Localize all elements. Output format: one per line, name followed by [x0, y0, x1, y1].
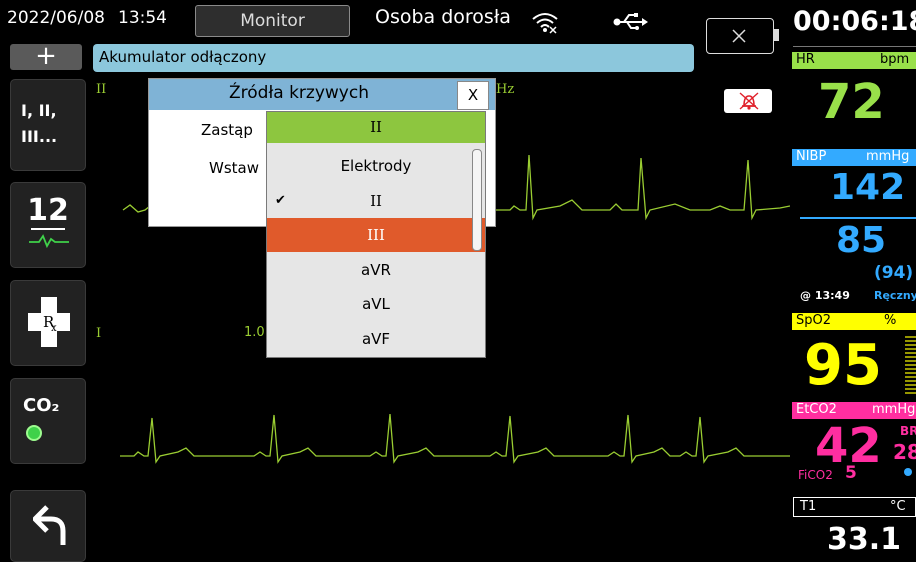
hr-value: 72 [818, 74, 885, 130]
dropdown-option[interactable]: aVL [267, 287, 485, 321]
hr-header[interactable]: HR bpm [792, 52, 916, 69]
back-button[interactable] [10, 490, 86, 562]
dropdown-option-checked[interactable]: ✔ II [267, 184, 485, 218]
hr-label: HR [796, 52, 815, 67]
fico2-label: FiCO2 [798, 468, 833, 482]
alert-message: Akumulator odłączony [99, 48, 267, 66]
wave-freq-label: Hz [496, 82, 515, 97]
nibp-diastolic: 85 [836, 220, 887, 261]
ecg-icon [29, 234, 69, 249]
wifi-disconnected-icon [532, 13, 558, 34]
underline [31, 228, 65, 230]
spo2-unit: % [884, 313, 897, 328]
clock-display: 13:54 [118, 8, 167, 28]
nibp-unit: mmHg [866, 149, 910, 164]
dropdown-option[interactable]: aVF [267, 322, 485, 356]
spo2-signal-bar [905, 336, 916, 394]
fico2-value: 5 [845, 463, 857, 483]
dialog-title: Źródła krzywych [228, 83, 369, 103]
medication-cross-icon: R x [28, 297, 70, 347]
nibp-label: NIBP [796, 149, 827, 164]
spo2-value: 95 [804, 333, 882, 398]
bell-off-icon [739, 92, 759, 110]
spo2-label: SpO2 [796, 313, 832, 328]
usb-icon [613, 13, 648, 30]
waveform-source-dropdown[interactable]: II Elektrody ✔ II III aVR aVL aVF [266, 111, 486, 358]
wave-scale-label: 1.0 [244, 325, 265, 340]
br-label: BR [900, 424, 916, 438]
dropdown-option-highlighted[interactable]: III [267, 218, 485, 252]
elapsed-timer: 00:06:18 [793, 6, 916, 37]
battery-icon [706, 18, 774, 54]
co2-status-led [26, 425, 42, 441]
dialog-title-bar: Źródła krzywych X [149, 79, 495, 110]
back-arrow-icon [33, 505, 66, 545]
nibp-time: @ 13:49 [800, 289, 850, 302]
svg-text:x: x [51, 323, 57, 334]
alarm-silence-button[interactable] [724, 89, 772, 113]
alert-message-bar[interactable]: Akumulator odłączony [93, 44, 772, 113]
temp-unit: °C [890, 499, 906, 514]
status-bar: 2022/06/08 13:54 Monitor Osoba dorosła 0… [0, 0, 916, 54]
patient-type[interactable]: Osoba dorosła [375, 6, 511, 28]
insert-label: Wstaw [209, 159, 259, 177]
leads-button[interactable]: I, II, III... [10, 79, 86, 171]
br-indicator-dot [904, 468, 912, 476]
leads-label: I, II, III... [21, 101, 58, 146]
nibp-divider [800, 217, 916, 219]
etco2-header[interactable]: EtCO2 mmHg [792, 402, 916, 419]
co2-button[interactable]: CO₂ [10, 378, 86, 464]
ecg-waveform-2 [120, 413, 790, 464]
br-value: 28 [893, 440, 916, 464]
temp-header[interactable]: T1 °C [793, 497, 916, 517]
twelve-lead-label: 12 [27, 193, 69, 228]
nibp-mean: (94) [874, 263, 914, 283]
hr-unit: bpm [880, 52, 910, 67]
dialog-close-button[interactable]: X [457, 81, 489, 110]
nibp-systolic: 142 [830, 167, 906, 208]
wave-lead-label-1: II [96, 82, 107, 97]
spo2-header[interactable]: SpO2 % [792, 313, 916, 330]
add-button[interactable]: + [10, 43, 82, 70]
dropdown-option-label: II [370, 192, 382, 210]
checkmark-icon: ✔ [275, 193, 286, 208]
twelve-lead-button[interactable]: 12 [10, 182, 86, 268]
rx-button[interactable]: R x [10, 280, 86, 366]
temp-label: T1 [800, 499, 817, 514]
wave-lead-label-2: I [96, 326, 102, 341]
dropdown-scrollbar[interactable] [472, 149, 482, 251]
mode-indicator[interactable]: Monitor [195, 5, 350, 37]
divider [793, 46, 916, 47]
nibp-header[interactable]: NIBP mmHg [792, 149, 916, 166]
etco2-label: EtCO2 [796, 402, 837, 417]
dropdown-option[interactable]: Elektrody [267, 149, 485, 183]
etco2-unit: mmHg [872, 402, 916, 417]
co2-label: CO₂ [23, 395, 60, 416]
battery-tip-icon [774, 29, 779, 41]
nibp-mode: Ręczny [874, 289, 916, 302]
date-display: 2022/06/08 [7, 8, 105, 28]
dropdown-selected-value[interactable]: II [267, 112, 485, 143]
dropdown-option[interactable]: aVR [267, 253, 485, 287]
temp-value: 33.1 [827, 522, 902, 557]
replace-label: Zastąp [201, 121, 253, 139]
